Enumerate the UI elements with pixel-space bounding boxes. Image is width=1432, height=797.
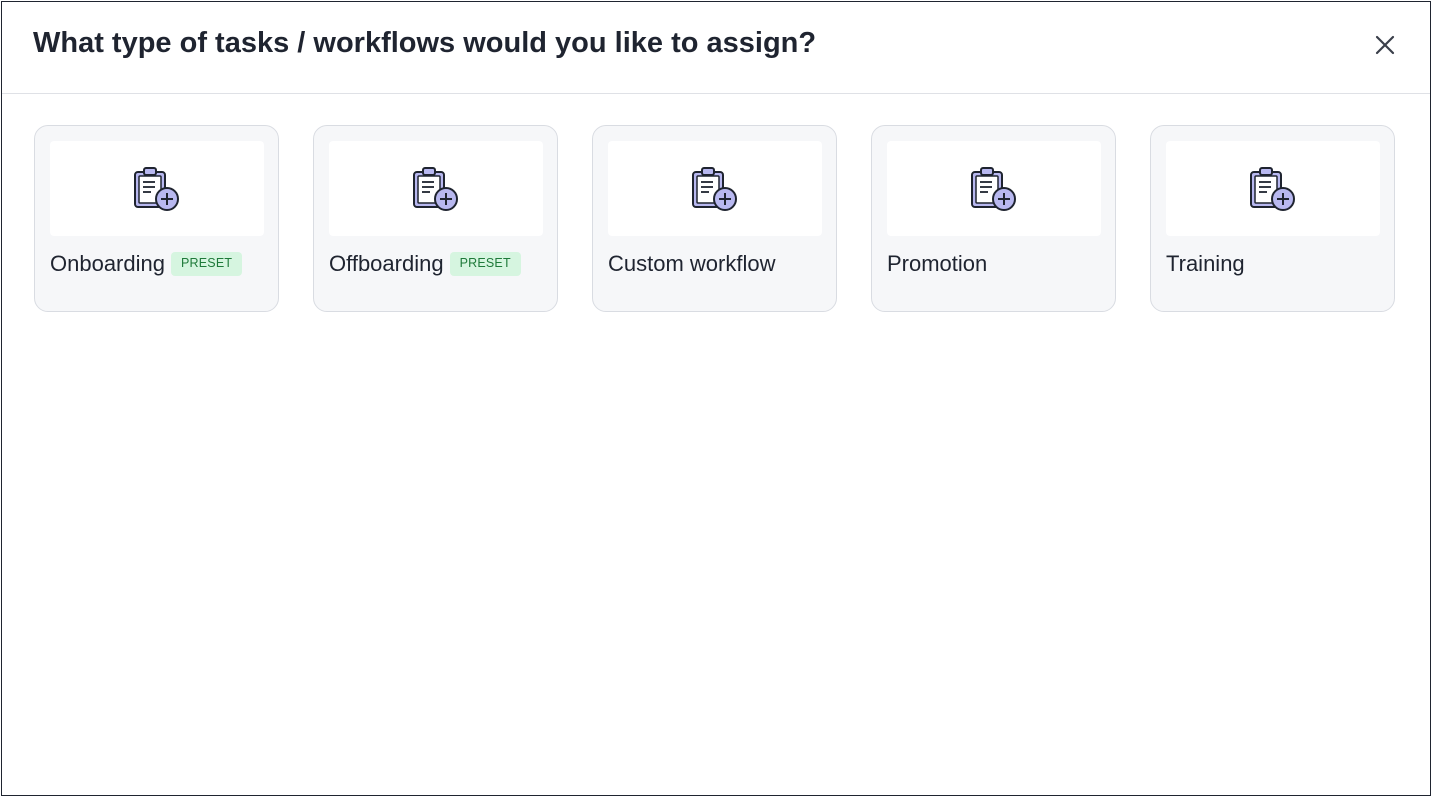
card-offboarding[interactable]: Offboarding PRESET xyxy=(313,125,558,312)
clipboard-add-icon xyxy=(134,166,179,211)
preset-badge: PRESET xyxy=(449,252,521,276)
card-label-row: Offboarding PRESET xyxy=(329,251,521,277)
workflow-cards: Onboarding PRESET Offboarding PRESET Cus… xyxy=(34,125,1395,312)
close-icon xyxy=(1375,35,1395,55)
clipboard-add-icon xyxy=(413,166,458,211)
card-onboarding[interactable]: Onboarding PRESET xyxy=(34,125,279,312)
card-label-row: Promotion xyxy=(887,251,987,277)
card-image xyxy=(50,141,264,236)
clipboard-add-icon xyxy=(1250,166,1295,211)
card-label: Custom workflow xyxy=(608,251,776,276)
card-custom-workflow[interactable]: Custom workflow xyxy=(592,125,837,312)
card-image xyxy=(608,141,822,236)
card-image xyxy=(887,141,1101,236)
clipboard-add-icon xyxy=(971,166,1016,211)
preset-badge: PRESET xyxy=(170,252,243,276)
card-label-row: Onboarding PRESET xyxy=(50,251,243,277)
dialog-title: What type of tasks / workflows would you… xyxy=(33,27,817,59)
card-label-row: Custom workflow xyxy=(608,251,775,277)
clipboard-add-icon xyxy=(692,166,737,211)
card-label: Onboarding xyxy=(50,251,165,276)
card-label: Offboarding xyxy=(329,251,444,276)
card-label-row: Training xyxy=(1166,251,1245,277)
card-label: Training xyxy=(1166,251,1245,276)
card-image xyxy=(329,141,543,236)
close-button[interactable] xyxy=(1368,28,1402,62)
task-type-dialog: What type of tasks / workflows would you… xyxy=(1,1,1431,796)
card-promotion[interactable]: Promotion xyxy=(871,125,1116,312)
card-image xyxy=(1166,141,1380,236)
dialog-header: What type of tasks / workflows would you… xyxy=(2,2,1430,94)
card-training[interactable]: Training xyxy=(1150,125,1395,312)
card-label: Promotion xyxy=(887,251,988,276)
